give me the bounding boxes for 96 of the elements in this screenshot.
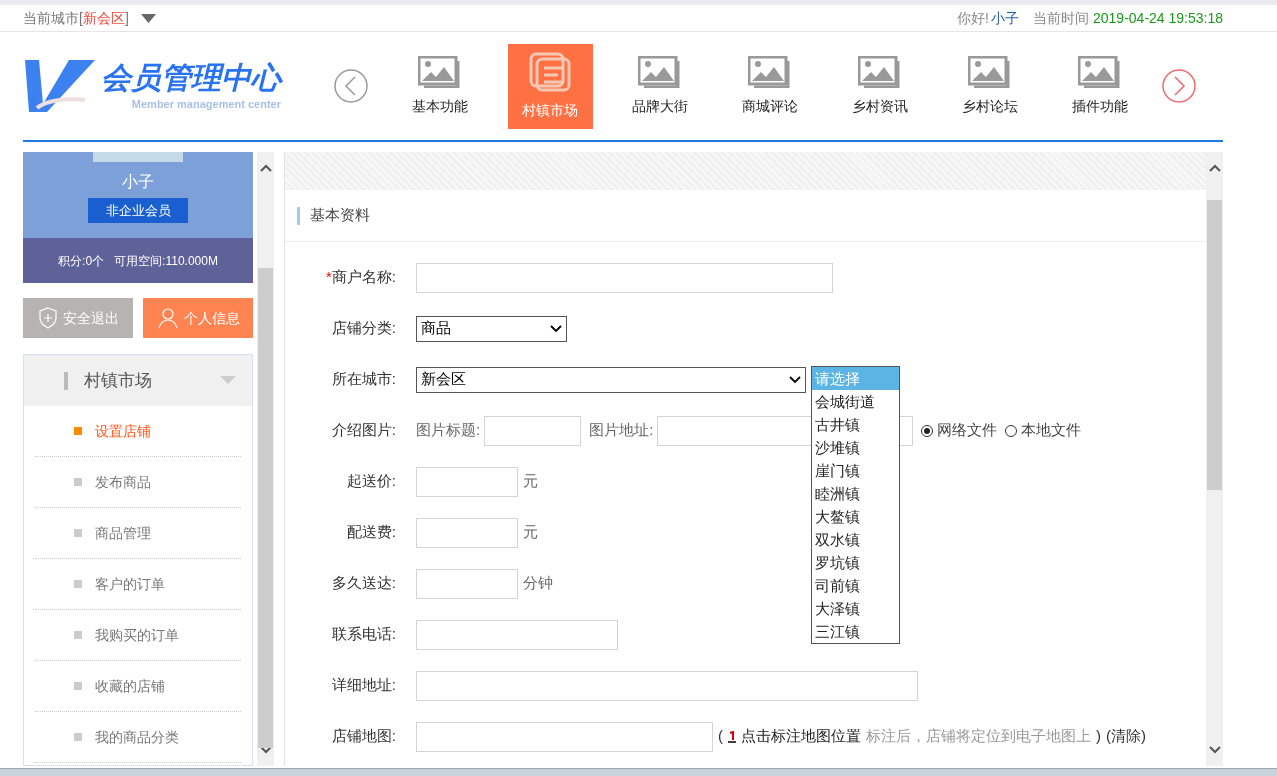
text-input[interactable] (416, 568, 518, 599)
text-input[interactable] (416, 466, 518, 497)
radio-button[interactable] (1005, 424, 1018, 437)
down-chevron-icon[interactable] (259, 746, 272, 754)
city-bracket: ] (124, 8, 129, 28)
city-select[interactable]: 新会区 (416, 366, 806, 393)
nav-tab[interactable]: 商城评论 (727, 43, 813, 129)
logo-title: 会员管理中心 (101, 59, 281, 96)
field-label: 店铺地图: (330, 726, 397, 747)
username-link[interactable]: 小子 (991, 7, 1019, 29)
dropdown-option[interactable]: 双水镇 (812, 527, 899, 551)
dropdown-option[interactable]: 崖门镇 (812, 458, 899, 482)
down-chevron-icon[interactable] (1208, 746, 1221, 754)
picture-icon (418, 55, 462, 88)
field-label: 店铺分类: (330, 318, 397, 339)
greeting-text: 你好! (957, 8, 989, 28)
text-input[interactable] (416, 721, 713, 752)
up-chevron-icon[interactable] (1208, 164, 1221, 172)
dropdown-option[interactable]: 大泽镇 (812, 596, 899, 620)
menu-item[interactable]: 商品管理 (35, 508, 241, 559)
menu-item[interactable]: 客户的订单 (35, 559, 241, 610)
category-select[interactable]: 商品 (416, 315, 567, 342)
picture-icon (968, 55, 1012, 88)
dropdown-option[interactable]: 睦洲镇 (812, 481, 899, 505)
paren-text: ( (718, 726, 723, 747)
logo-subtitle: Member management center (131, 96, 281, 112)
current-city[interactable]: 新会区 (82, 7, 125, 29)
field-label: 图片标题: (416, 420, 481, 441)
dropdown-option[interactable]: 罗坑镇 (812, 550, 899, 574)
points-text: 积分:0个 (58, 252, 105, 270)
section-title: 基本资料 (310, 205, 370, 226)
time-label: 当前时间 (1033, 8, 1089, 28)
text-input[interactable] (416, 517, 518, 548)
map-link[interactable]: 点击标注地图位置 (741, 725, 861, 748)
shield-icon (37, 307, 58, 329)
menu-header[interactable]: 村镇市场 (24, 355, 252, 406)
hint-text: 标注后，店铺将定位到电子地图上 (866, 726, 1091, 747)
picture-icon (638, 55, 682, 88)
field-label: 多久送达: (330, 573, 397, 594)
map-marker-icon (728, 730, 736, 743)
caret-down-icon (220, 375, 236, 386)
dropdown-option[interactable]: 三江镇 (812, 619, 899, 643)
dropdown-option[interactable]: 沙堆镇 (812, 435, 899, 459)
scrollbar[interactable] (1206, 152, 1223, 766)
image-title-input[interactable] (484, 415, 582, 446)
radio-button[interactable] (921, 424, 934, 437)
user-icon (156, 307, 179, 329)
text-input[interactable] (416, 619, 618, 650)
field-label: 所在城市: (330, 369, 397, 390)
field-label: 联系电话: (330, 624, 397, 645)
clear-link[interactable]: (清除) (1106, 725, 1146, 748)
chevron-down-icon (789, 375, 801, 384)
menu-item[interactable]: 收藏的店铺 (35, 661, 241, 712)
logo-icon (25, 58, 97, 114)
dropdown-option[interactable]: 大鳌镇 (812, 504, 899, 528)
document-icon (529, 51, 571, 92)
scrollbar[interactable] (257, 152, 274, 766)
dropdown-option[interactable]: 司前镇 (812, 573, 899, 597)
menu-title: 村镇市场 (84, 369, 152, 392)
caret-down-icon[interactable] (140, 13, 156, 23)
field-label: 图片地址: (589, 420, 654, 441)
text-input[interactable] (416, 262, 833, 293)
profile-name: 小子 (122, 172, 154, 192)
dropdown-option[interactable]: 古井镇 (812, 412, 899, 436)
member-badge: 非企业会员 (88, 198, 188, 223)
current-time: 2019-04-24 19:53:18 (1093, 8, 1223, 28)
chevron-down-icon (550, 324, 562, 333)
nav-tab[interactable]: 品牌大街 (617, 43, 703, 129)
scrollbar-thumb[interactable] (1207, 200, 1222, 490)
field-label: *商户名称: (325, 267, 397, 288)
menu-item[interactable]: 我购买的订单 (35, 610, 241, 661)
nav-tab[interactable]: 乡村资讯 (837, 43, 923, 129)
unit-label: 元 (523, 471, 538, 492)
picture-icon (748, 55, 792, 88)
field-label: 起送价: (345, 471, 397, 492)
menu-item[interactable]: 发布商品 (35, 457, 241, 508)
radio-label: 本地文件 (1021, 420, 1082, 441)
dropdown-option[interactable]: 会城街道 (812, 389, 899, 413)
nav-tab[interactable]: 乡村论坛 (947, 43, 1033, 129)
text-input[interactable] (416, 670, 918, 701)
paren-text: ) (1096, 726, 1101, 747)
field-label: 详细地址: (330, 675, 397, 696)
field-label: 介绍图片: (330, 420, 397, 441)
up-chevron-icon[interactable] (259, 164, 272, 172)
radio-label: 网络文件 (937, 420, 998, 441)
picture-icon (858, 55, 902, 88)
storage-text: 可用空间:110.000M (114, 252, 218, 270)
city-label: 当前城市[ (23, 8, 83, 28)
unit-label: 元 (523, 522, 538, 543)
menu-item[interactable]: 我的商品分类 (35, 712, 241, 763)
unit-label: 分钟 (523, 573, 553, 594)
nav-tab[interactable]: 插件功能 (1057, 43, 1143, 129)
field-label: 配送费: (345, 522, 397, 543)
picture-icon (1078, 55, 1122, 88)
nav-tab[interactable]: 基本功能 (397, 43, 483, 129)
scrollbar-thumb[interactable] (258, 268, 273, 748)
